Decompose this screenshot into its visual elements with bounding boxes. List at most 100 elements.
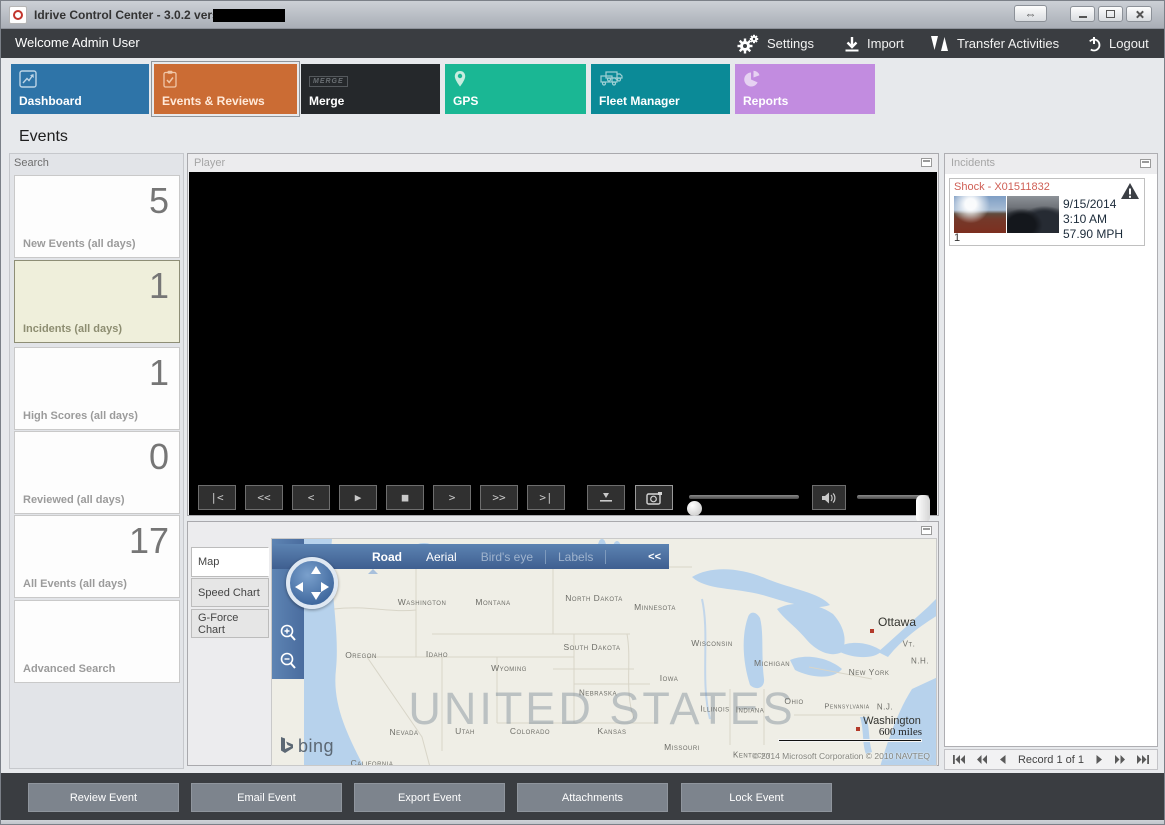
snapshot-button[interactable] <box>635 485 673 510</box>
bing-logo: bing <box>280 736 334 757</box>
play-button[interactable]: ▶ <box>339 485 377 510</box>
city-dot <box>870 629 874 633</box>
zoom-out-button[interactable] <box>278 651 298 671</box>
tab-gforce-chart[interactable]: G-Force Chart <box>191 609 269 638</box>
redacted-text <box>213 9 285 22</box>
fast-forward-button[interactable]: >> <box>480 485 518 510</box>
transfer-activities-button[interactable]: Transfer Activities <box>930 29 1059 58</box>
prev-record-icon <box>999 755 1006 764</box>
next-record-button[interactable] <box>1096 755 1103 764</box>
attachments-button[interactable]: Attachments <box>517 783 668 812</box>
tab-gforce-chart-label: G-Force Chart <box>198 611 239 636</box>
line-chart-icon <box>19 70 37 93</box>
export-event-button[interactable]: Export Event <box>354 783 505 812</box>
mute-button[interactable] <box>812 485 846 510</box>
minimize-icon <box>1078 16 1087 18</box>
card-new-events[interactable]: 5 New Events (all days) <box>14 175 180 258</box>
state-label: Indiana <box>735 705 765 715</box>
page-title: Events <box>19 128 68 145</box>
state-label: Wisconsin <box>691 638 733 648</box>
volume-slider-thumb[interactable] <box>916 495 930 523</box>
state-label: South Dakota <box>563 642 621 652</box>
footer-bar: Review Event Email Event Export Event At… <box>1 773 1164 820</box>
video-display[interactable] <box>189 172 937 480</box>
incidents-collapse-icon[interactable] <box>1140 159 1151 168</box>
state-label: Nevada <box>389 727 419 737</box>
map-nav-road[interactable]: Road <box>360 550 414 564</box>
settings-label: Settings <box>767 36 814 51</box>
pie-chart-icon <box>743 70 761 93</box>
tab-merge[interactable]: MERGE Merge <box>301 64 440 114</box>
settings-button[interactable]: Settings <box>736 29 814 58</box>
last-record-button[interactable] <box>1136 755 1149 764</box>
first-record-button[interactable] <box>953 755 965 764</box>
next-page-button[interactable] <box>1114 755 1125 764</box>
step-forward-button[interactable]: > <box>433 485 471 510</box>
close-button[interactable] <box>1126 6 1152 22</box>
record-position-label: Record 1 of 1 <box>1017 753 1084 766</box>
tab-reports[interactable]: Reports <box>735 64 875 114</box>
incident-list-item[interactable]: Shock - X01511832 9/15/2014 3:10 AM 57.9… <box>949 178 1145 246</box>
first-frame-button[interactable]: |< <box>198 485 236 510</box>
all-events-label: All Events (all days) <box>23 578 127 590</box>
tab-dashboard[interactable]: Dashboard <box>11 64 149 114</box>
map-compass-control[interactable] <box>286 557 338 609</box>
stop-button[interactable]: ■ <box>386 485 424 510</box>
review-event-button[interactable]: Review Event <box>28 783 179 812</box>
bing-logo-icon <box>281 737 293 753</box>
tab-speed-chart[interactable]: Speed Chart <box>191 578 269 607</box>
tab-fleet-manager[interactable]: Fleet Manager <box>591 64 730 114</box>
player-collapse-icon[interactable] <box>921 158 932 167</box>
zoom-in-button[interactable] <box>278 623 298 643</box>
step-back-button[interactable]: < <box>292 485 330 510</box>
search-sidebar: Search 5 New Events (all days) 1 Inciden… <box>9 153 184 769</box>
state-label: Wyoming <box>491 663 527 673</box>
card-incidents[interactable]: 1 Incidents (all days) <box>14 260 180 343</box>
download-video-button[interactable] <box>587 485 625 510</box>
maximize-icon <box>1106 10 1115 18</box>
state-label: California <box>350 758 394 766</box>
maximize-button[interactable] <box>1098 6 1123 22</box>
tab-map[interactable]: Map <box>191 547 269 577</box>
map-pin-icon <box>453 70 467 93</box>
zoom-out-icon <box>280 652 296 669</box>
new-events-label: New Events (all days) <box>23 238 136 250</box>
incidents-label: Incidents (all days) <box>23 323 123 335</box>
card-advanced-search[interactable]: Advanced Search <box>14 600 180 683</box>
window-bottom-edge <box>1 820 1164 824</box>
card-all-events[interactable]: 17 All Events (all days) <box>14 515 180 598</box>
tab-events-reviews-label: Events & Reviews <box>162 94 265 108</box>
title-bar: Idrive Control Center - 3.0.2 version - … <box>1 1 1164 29</box>
map-nav-aerial[interactable]: Aerial <box>414 550 469 564</box>
card-high-scores[interactable]: 1 High Scores (all days) <box>14 347 180 430</box>
last-frame-button[interactable]: >| <box>527 485 565 510</box>
rewind-button[interactable]: << <box>245 485 283 510</box>
clipboard-check-icon <box>162 70 178 93</box>
tab-merge-label: Merge <box>309 94 345 108</box>
state-label: Minnesota <box>634 602 676 612</box>
card-reviewed[interactable]: 0 Reviewed (all days) <box>14 431 180 514</box>
next-page-icon <box>1114 755 1125 764</box>
logout-button[interactable]: Logout <box>1086 29 1149 58</box>
map-collapse-icon[interactable] <box>921 526 932 535</box>
incident-thumbnail-cabin[interactable] <box>1007 196 1059 233</box>
lock-event-button[interactable]: Lock Event <box>681 783 832 812</box>
import-button[interactable]: Import <box>844 29 904 58</box>
download-tray-icon <box>600 492 612 502</box>
tab-events-reviews[interactable]: Events & Reviews <box>151 61 300 117</box>
state-label: N.H. <box>911 656 929 666</box>
incident-thumbnail-road[interactable] <box>954 196 1006 233</box>
prev-record-button[interactable] <box>999 755 1006 764</box>
map-nav-labels[interactable]: Labels <box>546 550 605 564</box>
reviewed-label: Reviewed (all days) <box>23 494 125 506</box>
seek-slider-thumb[interactable] <box>687 501 702 516</box>
resize-button[interactable]: ⇔ <box>1014 5 1047 22</box>
minimize-button[interactable] <box>1070 6 1095 22</box>
map-nav-birds-eye[interactable]: Bird's eye <box>469 550 545 564</box>
map-nav-collapse[interactable]: << <box>648 551 661 563</box>
map-view[interactable]: UNITED STATES Washington Montana North D… <box>271 538 937 766</box>
prev-page-button[interactable] <box>977 755 988 764</box>
tab-gps[interactable]: GPS <box>445 64 586 114</box>
email-event-button[interactable]: Email Event <box>191 783 342 812</box>
nav-separator <box>605 549 607 564</box>
